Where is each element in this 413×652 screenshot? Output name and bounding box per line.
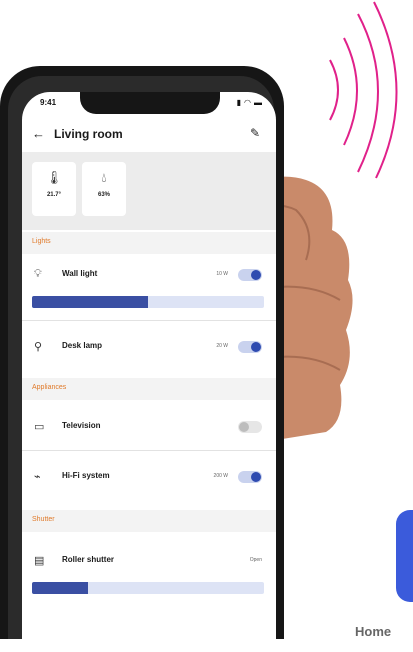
thermometer-icon: 🌡︎ [45,170,63,185]
back-arrow-icon[interactable]: ← [32,126,45,141]
temperature-value: 21.7° [46,192,62,198]
shutter-fill [32,582,88,594]
shutter-state: Open [249,557,262,563]
humidity-card[interactable]: 💧︎ 63% [82,162,126,216]
battery-icon: ▬ [254,98,262,107]
droplet-icon: 💧︎ [101,170,107,185]
phone-frame: 9:41 ▮ ◠ ▬ ← Living room ✎ 🌡︎ 21.7° 💧︎ 6… [0,66,284,652]
desk-lamp-icon: ⚲ [34,341,43,353]
section-label: Lights [32,238,51,245]
divider [22,450,276,451]
wifi-icon: ◠ [244,98,251,107]
device-power: 20 W [216,343,228,349]
page-title: Living room [54,127,123,141]
hifi-toggle[interactable] [238,471,262,483]
device-row-hifi[interactable]: ⌁ Hi-Fi system 200 W [22,458,276,496]
device-name: Desk lamp [62,341,103,350]
section-header-shutter: Shutter [22,510,276,532]
wall-light-dimmer-slider[interactable] [32,296,264,308]
status-icons: ▮ ◠ ▬ [237,98,262,107]
device-name: Roller shutter [62,555,115,564]
television-icon: ▭ [34,421,45,433]
device-row-television[interactable]: ▭ Television [22,408,276,446]
section-header-lights: Lights [22,232,276,254]
home-label: Home [355,624,392,639]
device-name: Hi-Fi system [62,471,110,480]
television-toggle[interactable] [238,421,262,433]
device-name: Television [62,421,101,430]
status-time: 9:41 [40,98,57,107]
wireless-signal-icon [329,1,398,179]
dimmer-fill [32,296,148,308]
shutter-icon: ▤ [34,555,45,567]
section-label: Shutter [32,516,55,523]
section-header-appliances: Appliances [22,378,276,400]
device-row-desk-lamp[interactable]: ⚲ Desk lamp 20 W [22,328,276,366]
device-power: 10 W [216,271,228,277]
app-screen: 9:41 ▮ ◠ ▬ ← Living room ✎ 🌡︎ 21.7° 💧︎ 6… [22,92,276,652]
device-row-roller-shutter[interactable]: ▤ Roller shutter Open [22,542,276,580]
top-bar: ← Living room ✎ [22,118,276,152]
edit-pencil-icon[interactable]: ✎ [250,126,260,140]
blue-action-button[interactable] [396,510,413,602]
humidity-value: 63% [97,192,110,198]
plug-icon: ⌁ [34,471,41,483]
wall-light-toggle[interactable] [238,269,262,281]
phone-notch [80,92,220,114]
shutter-position-slider[interactable] [32,582,264,594]
device-name: Wall light [62,269,98,278]
phone-bezel: 9:41 ▮ ◠ ▬ ← Living room ✎ 🌡︎ 21.7° 💧︎ 6… [8,76,276,652]
section-label: Appliances [32,384,67,391]
divider [22,320,276,321]
lightbulb-icon: 💡︎ [34,268,42,280]
signal-icon: ▮ [236,98,242,107]
desk-lamp-toggle[interactable] [238,341,262,353]
device-row-wall-light[interactable]: 💡︎ Wall light 10 W [22,256,276,294]
device-power: 200 W [213,473,228,479]
sensor-panel: 🌡︎ 21.7° 💧︎ 63% [22,152,276,230]
temperature-card[interactable]: 🌡︎ 21.7° [32,162,76,216]
